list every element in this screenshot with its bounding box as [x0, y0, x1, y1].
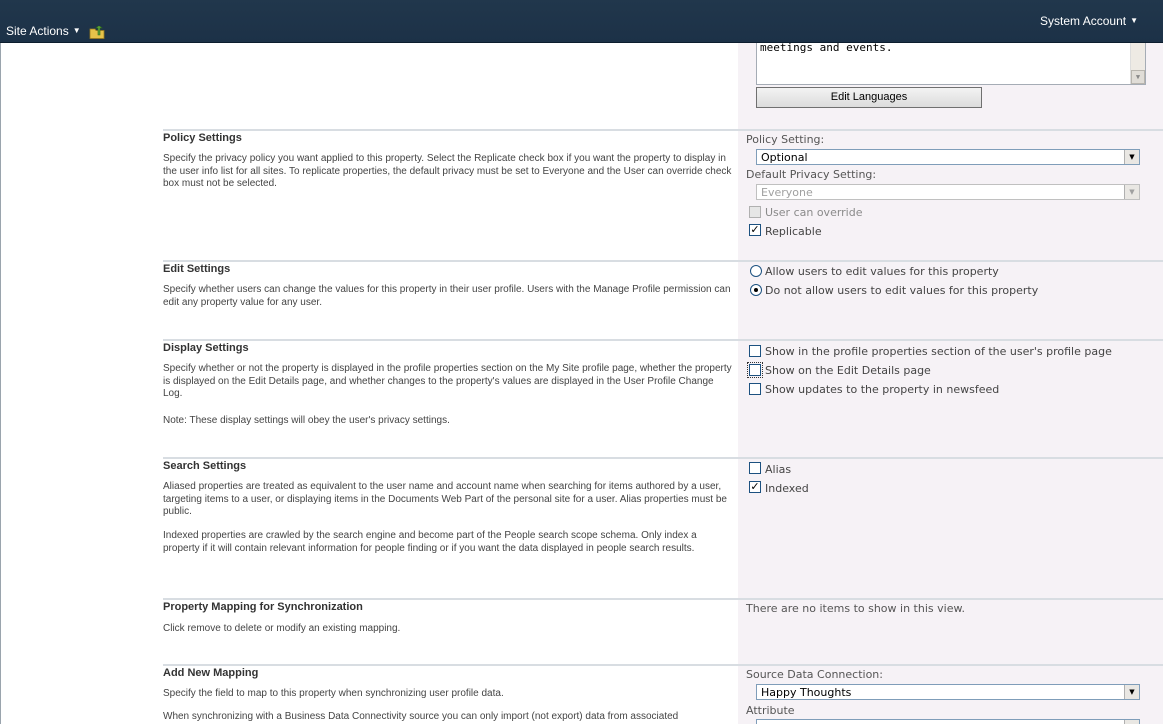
default-privacy-label: Default Privacy Setting: — [746, 168, 877, 181]
display-settings-title: Display Settings — [163, 342, 249, 354]
policy-settings-title: Policy Settings — [163, 132, 242, 144]
display-settings-note: Note: These display settings will obey t… — [163, 415, 450, 426]
show-edit-details-checkbox[interactable] — [747, 362, 763, 378]
attribute-select[interactable]: ▼ — [756, 719, 1140, 724]
user-account-menu[interactable]: System Account ▼ — [1040, 14, 1138, 28]
user-account-label: System Account — [1040, 14, 1127, 28]
add-new-mapping-title: Add New Mapping — [163, 667, 259, 679]
edit-languages-button[interactable]: Edit Languages — [756, 87, 982, 108]
default-privacy-select[interactable]: Everyone ▼ — [756, 184, 1140, 200]
search-settings-title: Search Settings — [163, 460, 247, 472]
policy-setting-label: Policy Setting: — [746, 133, 825, 146]
property-mapping-description: Click remove to delete or modify an exis… — [163, 623, 401, 634]
description-text: meetings and events. — [760, 43, 893, 54]
section-divider — [163, 664, 1163, 666]
user-can-override-checkbox[interactable] — [749, 206, 761, 218]
section-divider — [163, 129, 1163, 131]
policy-setting-select[interactable]: Optional ▼ — [756, 149, 1140, 165]
source-data-connection-label: Source Data Connection: — [746, 668, 883, 681]
section-divider — [163, 339, 1163, 341]
section-divider — [163, 598, 1163, 600]
show-profile-checkbox[interactable] — [749, 345, 761, 357]
top-ribbon-bar: Site Actions ▼ System Account ▼ — [0, 0, 1163, 43]
alias-checkbox[interactable] — [749, 462, 761, 474]
property-mapping-title: Property Mapping for Synchronization — [163, 601, 363, 613]
section-divider — [163, 457, 1163, 459]
policy-setting-value: Optional — [761, 151, 808, 164]
allow-edit-label: Allow users to edit values for this prop… — [765, 265, 999, 278]
source-data-connection-value: Happy Thoughts — [761, 686, 852, 699]
alias-label: Alias — [765, 463, 792, 476]
deny-edit-label: Do not allow users to edit values for th… — [765, 284, 1039, 297]
default-privacy-value: Everyone — [761, 186, 813, 199]
show-newsfeed-label: Show updates to the property in newsfeed — [765, 383, 1000, 396]
display-settings-description: Specify whether or not the property is d… — [163, 363, 732, 399]
chevron-down-icon: ▼ — [1124, 150, 1139, 164]
site-actions-menu[interactable]: Site Actions ▼ — [6, 24, 81, 38]
policy-settings-description: Specify the privacy policy you want appl… — [163, 153, 732, 189]
add-new-mapping-description: Specify the field to map to this propert… — [163, 688, 504, 699]
replicable-label: Replicable — [765, 225, 822, 238]
chevron-down-icon: ▼ — [1124, 185, 1139, 199]
show-profile-label: Show in the profile properties section o… — [765, 345, 1112, 358]
edit-settings-description: Specify whether users can change the val… — [163, 284, 731, 308]
show-edit-details-label: Show on the Edit Details page — [765, 364, 931, 377]
section-divider — [163, 260, 1163, 262]
site-actions-label: Site Actions — [6, 24, 69, 38]
property-settings-form: meetings and events. ▼ Edit Languages Po… — [0, 43, 1163, 724]
show-newsfeed-checkbox[interactable] — [749, 383, 761, 395]
replicable-checkbox[interactable]: ✓ — [749, 224, 761, 236]
indexed-checkbox[interactable]: ✓ — [749, 481, 761, 493]
chevron-down-icon: ▼ — [72, 26, 81, 35]
chevron-down-icon: ▼ — [1130, 16, 1138, 25]
indexed-label: Indexed — [765, 482, 809, 495]
source-data-connection-select[interactable]: Happy Thoughts ▼ — [756, 684, 1140, 700]
attribute-label: Attribute — [746, 704, 795, 717]
scroll-down-icon[interactable]: ▼ — [1131, 70, 1145, 84]
search-settings-description-indexed: Indexed properties are crawled by the se… — [163, 530, 697, 554]
add-new-mapping-bdc-note: When synchronizing with a Business Data … — [163, 711, 679, 722]
edit-settings-title: Edit Settings — [163, 263, 231, 275]
no-items-message: There are no items to show in this view. — [746, 602, 965, 615]
deny-edit-radio[interactable] — [750, 284, 762, 296]
chevron-down-icon: ▼ — [1124, 720, 1139, 724]
navigate-up-folder-icon[interactable] — [89, 26, 105, 39]
textarea-scrollbar[interactable]: ▼ — [1130, 43, 1145, 84]
search-settings-description-alias: Aliased properties are treated as equiva… — [163, 481, 727, 517]
chevron-down-icon: ▼ — [1124, 685, 1139, 699]
user-can-override-label: User can override — [765, 206, 863, 219]
allow-edit-radio[interactable] — [750, 265, 762, 277]
description-textarea[interactable]: meetings and events. ▼ — [756, 43, 1146, 85]
